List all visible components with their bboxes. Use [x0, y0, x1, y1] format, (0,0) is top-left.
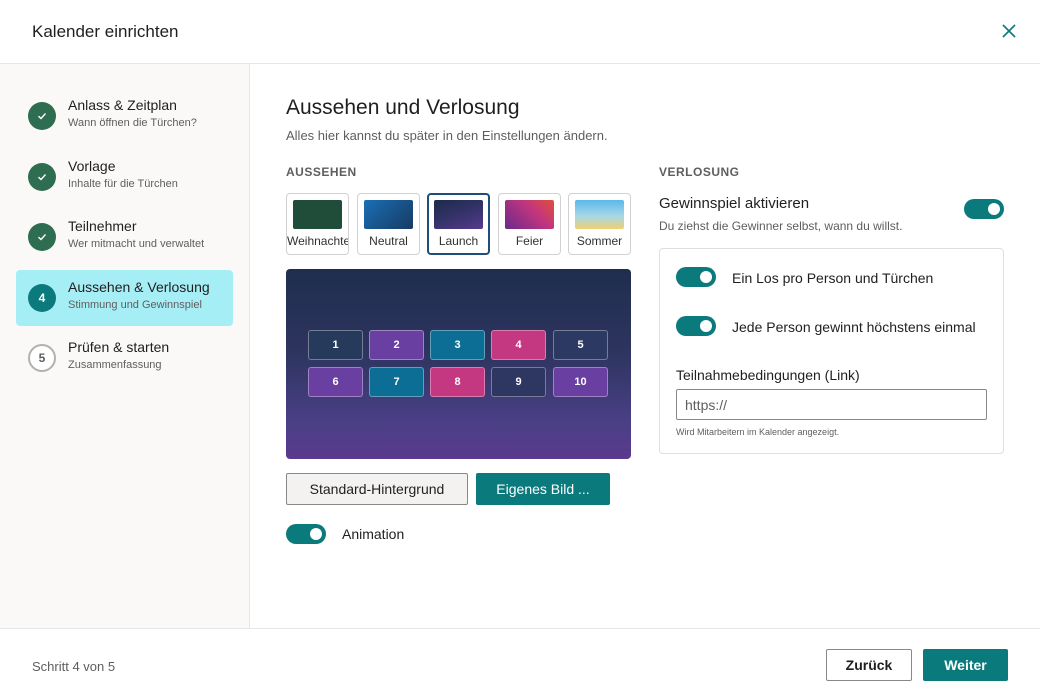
step-aussehen-verlosung[interactable]: 4 Aussehen & Verlosung Stimmung und Gewi… — [16, 270, 233, 326]
door-8: 8 — [430, 367, 485, 397]
step-pruefen-starten[interactable]: 5 Prüfen & starten Zusammenfassung — [16, 330, 233, 386]
back-button[interactable]: Zurück — [826, 649, 912, 681]
theme-label: Sommer — [576, 234, 623, 248]
check-icon — [38, 234, 47, 241]
theme-label: Neutral — [369, 234, 408, 248]
door-1: 1 — [308, 330, 363, 360]
theme-preview — [575, 200, 624, 229]
check-icon — [38, 113, 47, 120]
toggle-knob — [700, 320, 712, 332]
steps-sidebar: Anlass & Zeitplan Wann öffnen die Türche… — [0, 64, 250, 628]
theme-preview — [505, 200, 554, 229]
step-subtitle: Stimmung und Gewinnspiel — [68, 299, 202, 311]
animation-label: Animation — [342, 526, 405, 542]
door-9: 9 — [491, 367, 546, 397]
door-5: 5 — [553, 330, 608, 360]
page-subtitle: Alles hier kannst du später in den Einst… — [286, 128, 608, 143]
standard-background-button[interactable]: Standard-Hintergrund — [286, 473, 468, 505]
theme-sommer[interactable]: Sommer — [568, 193, 631, 255]
raffle-enable-hint: Du ziehst die Gewinner selbst, wann du w… — [659, 219, 903, 233]
step-vorlage[interactable]: Vorlage Inhalte für die Türchen — [16, 149, 233, 205]
terms-hint: Wird Mitarbeitern im Kalender angezeigt. — [676, 427, 840, 437]
step-indicator: Schritt 4 von 5 — [32, 659, 116, 674]
step-done-badge — [28, 102, 56, 130]
toggle-knob — [700, 271, 712, 283]
theme-label: Launch — [438, 234, 479, 248]
raffle-enable-label: Gewinnspiel aktivieren — [659, 195, 810, 212]
door-7: 7 — [369, 367, 424, 397]
step-title: Prüfen & starten — [68, 339, 170, 355]
theme-label: Weihnachten — [287, 234, 348, 248]
step-subtitle: Wann öffnen die Türchen? — [68, 117, 197, 129]
win-once-label: Jede Person gewinnt höchstens einmal — [732, 319, 976, 335]
step-subtitle: Wer mitmacht und verwaltet — [68, 238, 205, 250]
next-button[interactable]: Weiter — [923, 649, 1008, 681]
raffle-enable-toggle[interactable] — [964, 199, 1004, 219]
door-4: 4 — [491, 330, 546, 360]
theme-feier[interactable]: Feier — [498, 193, 561, 255]
door-2: 2 — [369, 330, 424, 360]
step-title: Teilnehmer — [68, 218, 137, 234]
custom-image-button[interactable]: Eigenes Bild ... — [476, 473, 610, 505]
theme-label: Feier — [515, 234, 544, 248]
dialog-title: Kalender einrichten — [32, 22, 179, 41]
theme-launch[interactable]: Launch — [427, 193, 490, 255]
door-6: 6 — [308, 367, 363, 397]
step-number-badge: 4 — [28, 284, 56, 312]
step-done-badge — [28, 163, 56, 191]
theme-neutral[interactable]: Neutral — [357, 193, 420, 255]
calendar-preview: 1 2 3 4 5 6 7 8 9 10 — [286, 269, 631, 459]
theme-preview — [293, 200, 342, 229]
terms-label: Teilnahmebedingungen (Link) — [676, 367, 860, 383]
terms-link-input[interactable] — [676, 389, 987, 420]
step-subtitle: Inhalte für die Türchen — [68, 178, 178, 190]
appearance-heading: AUSSEHEN — [286, 165, 357, 179]
animation-toggle[interactable] — [286, 524, 326, 544]
step-subtitle: Zusammenfassung — [68, 359, 162, 371]
step-title: Vorlage — [68, 158, 116, 174]
step-teilnehmer[interactable]: Teilnehmer Wer mitmacht und verwaltet — [16, 209, 233, 265]
raffle-heading: VERLOSUNG — [659, 165, 740, 179]
dialog-footer: Schritt 4 von 5 Zurück Weiter — [0, 628, 1040, 700]
toggle-knob — [988, 203, 1000, 215]
step-title: Aussehen & Verlosung — [68, 279, 210, 295]
one-ticket-label: Ein Los pro Person und Türchen — [732, 270, 934, 286]
step-done-badge — [28, 223, 56, 251]
step-title: Anlass & Zeitplan — [68, 97, 177, 113]
close-icon — [1002, 24, 1016, 38]
step-number-badge: 5 — [28, 344, 56, 372]
door-3: 3 — [430, 330, 485, 360]
step-anlass-zeitplan[interactable]: Anlass & Zeitplan Wann öffnen die Türche… — [16, 88, 233, 144]
dialog-header: Kalender einrichten — [0, 0, 1040, 64]
toggle-knob — [310, 528, 322, 540]
win-once-toggle[interactable] — [676, 316, 716, 336]
check-icon — [38, 174, 47, 181]
theme-preview — [434, 200, 483, 229]
page-title: Aussehen und Verlosung — [286, 96, 520, 119]
close-button[interactable] — [1000, 22, 1018, 40]
theme-weihnachten[interactable]: Weihnachten — [286, 193, 349, 255]
one-ticket-toggle[interactable] — [676, 267, 716, 287]
door-10: 10 — [553, 367, 608, 397]
theme-preview — [364, 200, 413, 229]
